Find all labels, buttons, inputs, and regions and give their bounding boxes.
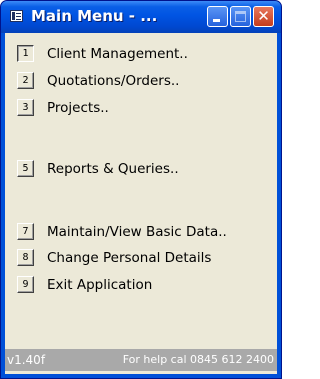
menu-key-button[interactable]: 5	[17, 160, 34, 177]
menu-item-projects[interactable]: 3 Projects..	[17, 97, 271, 119]
menu-item-exit-application[interactable]: 9 Exit Application	[17, 274, 271, 296]
menu-item-label[interactable]: Exit Application	[47, 277, 152, 293]
help-text: For help cal 0845 612 2400	[122, 353, 274, 366]
form-icon	[10, 10, 23, 22]
menu-item-reports-queries[interactable]: 5 Reports & Queries..	[17, 158, 271, 180]
menu-item-label[interactable]: Maintain/View Basic Data..	[47, 224, 227, 240]
minimize-button[interactable]	[207, 6, 228, 27]
menu-item-label[interactable]: Quotations/Orders..	[47, 73, 179, 89]
main-menu-window: Main Menu - ... ✕ 1 Client Management.. …	[0, 0, 282, 379]
menu-key-button[interactable]: 9	[17, 276, 34, 293]
window-title: Main Menu - ...	[31, 7, 158, 25]
menu-item-maintain-view-basic-data[interactable]: 7 Maintain/View Basic Data..	[17, 221, 271, 243]
menu-item-change-personal-details[interactable]: 8 Change Personal Details	[17, 247, 271, 269]
menu-key-button[interactable]: 3	[17, 99, 34, 116]
menu-item-label[interactable]: Change Personal Details	[47, 250, 211, 266]
status-bar: v1.40f For help cal 0845 612 2400	[5, 349, 277, 371]
menu-item-quotations-orders[interactable]: 2 Quotations/Orders..	[17, 70, 271, 92]
menu-item-label[interactable]: Client Management..	[47, 46, 188, 62]
maximize-button[interactable]	[230, 6, 251, 27]
menu-key-button[interactable]: 7	[17, 223, 34, 240]
menu-key-button[interactable]: 8	[17, 249, 34, 266]
menu-panel: 1 Client Management.. 2 Quotations/Order…	[5, 33, 277, 374]
menu-key-button[interactable]: 1	[17, 45, 34, 62]
title-bar[interactable]: Main Menu - ... ✕	[1, 1, 281, 33]
menu-item-label[interactable]: Reports & Queries..	[47, 161, 179, 177]
menu-item-client-management[interactable]: 1 Client Management..	[17, 43, 271, 65]
close-button[interactable]: ✕	[253, 6, 274, 27]
close-icon: ✕	[257, 7, 270, 25]
menu-item-label[interactable]: Projects..	[47, 100, 109, 116]
version-label: v1.40f	[7, 353, 46, 367]
menu-key-button[interactable]: 2	[17, 72, 34, 89]
